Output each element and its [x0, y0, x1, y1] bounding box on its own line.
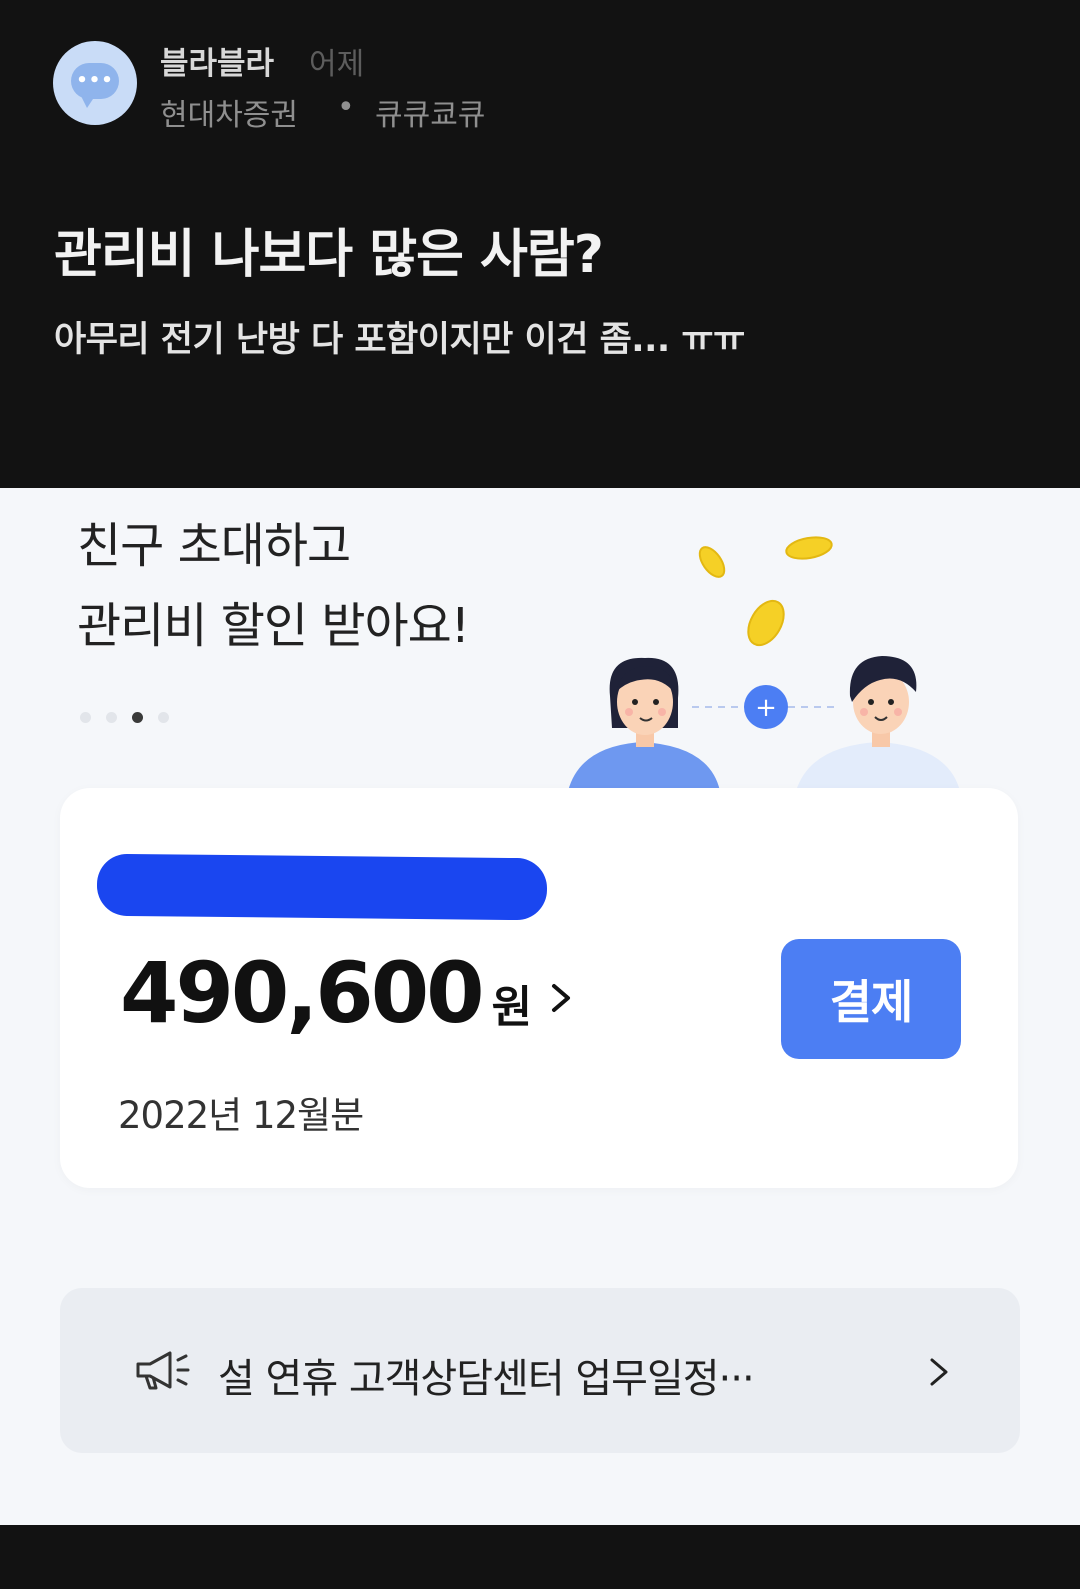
- meta-separator: •: [337, 90, 355, 125]
- pay-button[interactable]: 결제: [781, 939, 961, 1059]
- invite-friends-illustration: +: [568, 536, 960, 791]
- currency-unit: 원: [491, 982, 533, 1033]
- pager-dot-active[interactable]: [132, 712, 143, 723]
- svg-text:+: +: [755, 693, 777, 723]
- post-header: ••• 블라블라 어제 현대차증권 • 큐큐쿄큐 관리비 나보다 많은 사람? …: [0, 0, 1080, 488]
- banner-pager[interactable]: [80, 707, 184, 723]
- post-nickname[interactable]: 큐큐쿄큐: [375, 90, 485, 134]
- post-company[interactable]: 현대차증권: [160, 90, 298, 134]
- pager-dot[interactable]: [158, 712, 169, 723]
- coin-icon: [785, 536, 833, 560]
- chevron-right-icon[interactable]: [542, 978, 582, 1018]
- billing-period: 2022년 12월분: [118, 1094, 364, 1137]
- post-author[interactable]: 블라블라: [160, 38, 274, 83]
- post-time: 어제: [309, 47, 365, 82]
- plus-icon: +: [744, 685, 788, 729]
- chevron-right-icon[interactable]: [922, 1352, 956, 1392]
- promo-line-2: 관리비 할인 받아요!: [77, 598, 470, 654]
- pager-dot[interactable]: [106, 712, 117, 723]
- post-title: 관리비 나보다 많은 사람?: [54, 225, 604, 285]
- promo-banner-text[interactable]: 친구 초대하고 관리비 할인 받아요!: [77, 506, 470, 666]
- boy-figure: [796, 656, 960, 791]
- notice-bar[interactable]: 설 연휴 고객상담센터 업무일정···: [60, 1288, 1020, 1453]
- girl-figure: [568, 657, 720, 791]
- chat-bubble-icon[interactable]: •••: [53, 41, 137, 125]
- bill-amount-row[interactable]: 490,600 원: [120, 944, 532, 1042]
- attached-screenshot: 친구 초대하고 관리비 할인 받아요! + 490,600 원 결제 2022년…: [0, 488, 1080, 1525]
- notice-text: 설 연휴 고객상담센터 업무일정···: [218, 1356, 755, 1402]
- bill-card: 490,600 원 결제 2022년 12월분: [60, 788, 1018, 1188]
- post-body: 아무리 전기 난방 다 포함이지만 이건 좀... ㅠㅠ: [54, 320, 745, 360]
- megaphone-icon: [136, 1351, 190, 1390]
- redaction-mark: [96, 853, 548, 921]
- bill-amount: 490,600: [120, 944, 485, 1042]
- coin-icon: [698, 546, 726, 578]
- coin-icon: [747, 599, 785, 647]
- promo-line-1: 친구 초대하고: [77, 518, 351, 574]
- pager-dot[interactable]: [80, 712, 91, 723]
